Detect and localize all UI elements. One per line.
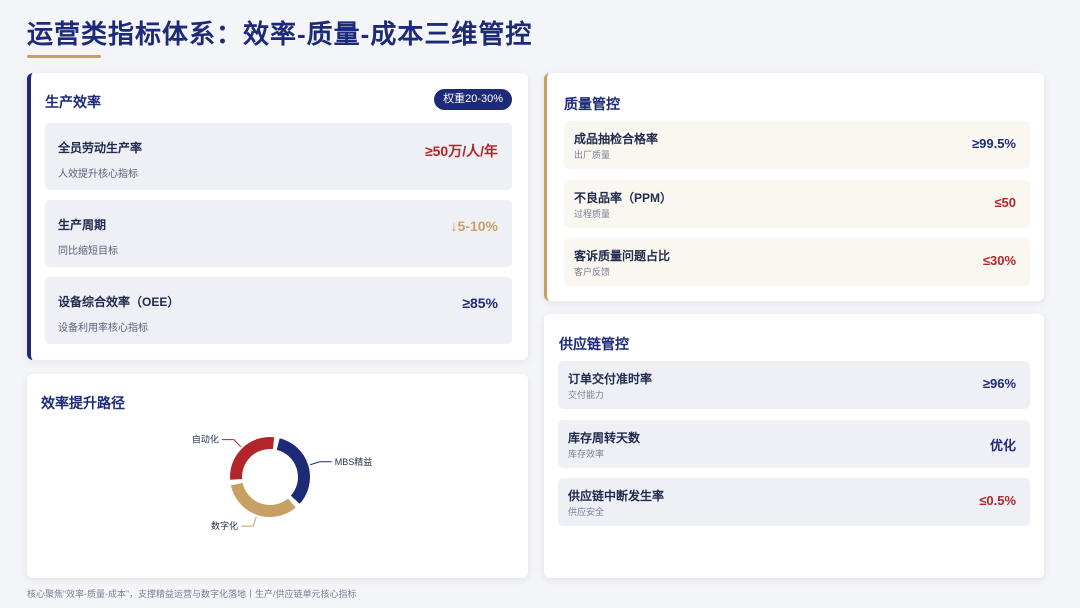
metric-target: ≥96% bbox=[982, 376, 1016, 391]
metric-target: ≤30% bbox=[982, 253, 1016, 268]
metric-desc: 交付能力 bbox=[568, 390, 605, 400]
weight-badge: 权重20-30% bbox=[434, 89, 512, 110]
donut-label-1: 数字化 bbox=[211, 520, 238, 531]
metric-name: 客诉质量问题占比 bbox=[574, 249, 671, 263]
metric-desc: 同比缩短目标 bbox=[58, 246, 118, 257]
metric-name: 订单交付准时率 bbox=[568, 372, 653, 386]
metric-labor-productivity: 全员劳动生产率 人效提升核心指标 ≥50万/人/年 bbox=[45, 123, 512, 190]
donut-label-0: MBS精益 bbox=[335, 456, 373, 467]
efficiency-path-card: 效率提升路径 MBS精益 数字化 自动化 bbox=[27, 374, 528, 578]
metric-name: 全员劳动生产率 bbox=[58, 141, 143, 155]
metric-disruption-rate: 供应链中断发生率 供应安全 ≤0.5% bbox=[558, 478, 1030, 526]
metric-desc: 过程质量 bbox=[574, 209, 611, 219]
metric-defect-rate: 不良品率（PPM） 过程质量 ≤50 bbox=[564, 180, 1030, 228]
metric-target: ≤50 bbox=[994, 195, 1016, 210]
donut-label-2: 自动化 bbox=[192, 434, 219, 445]
path-donut-chart: MBS精益数字化 自动化 bbox=[192, 434, 373, 532]
donut-leader-0 bbox=[310, 461, 332, 466]
metric-desc: 库存效率 bbox=[568, 449, 605, 459]
card-title-efficiency: 生产效率 bbox=[45, 94, 101, 110]
metric-desc: 设备利用率核心指标 bbox=[58, 323, 148, 334]
metric-desc: 出厂质量 bbox=[574, 150, 611, 160]
donut-segment-2 bbox=[230, 437, 275, 480]
metric-oee: 设备综合效率（OEE） 设备利用率核心指标 ≥85% bbox=[45, 277, 512, 344]
metric-target: 优化 bbox=[989, 438, 1016, 453]
page-title: 运营类指标体系：效率-质量-成本三维管控 bbox=[27, 19, 533, 49]
metric-target: ≤0.5% bbox=[979, 493, 1016, 508]
metric-target: ≥85% bbox=[462, 295, 498, 311]
metric-name: 设备综合效率（OEE） bbox=[58, 295, 180, 309]
metric-on-time-delivery: 订单交付准时率 交付能力 ≥96% bbox=[558, 361, 1030, 409]
metric-target: ↓5-10% bbox=[450, 218, 498, 234]
metric-inventory-days: 库存周转天数 库存效率 优化 bbox=[558, 420, 1030, 468]
metric-name: 成品抽检合格率 bbox=[574, 132, 659, 146]
metric-production-cycle: 生产周期 同比缩短目标 ↓5-10% bbox=[45, 200, 512, 267]
metric-desc: 人效提升核心指标 bbox=[58, 169, 138, 180]
metric-desc: 供应安全 bbox=[568, 507, 605, 517]
quality-control-card: 质量管控 成品抽检合格率 出厂质量 ≥99.5% 不良品率（PPM） 过程质量 … bbox=[544, 73, 1044, 301]
metric-name: 库存周转天数 bbox=[568, 431, 641, 445]
production-efficiency-card: 生产效率 权重20-30% 全员劳动生产率 人效提升核心指标 ≥50万/人/年 … bbox=[27, 73, 528, 360]
donut-segment-0 bbox=[276, 438, 310, 504]
donut-leader-1 bbox=[241, 516, 257, 527]
donut-leader-2 bbox=[221, 439, 242, 448]
metric-target: ≥50万/人/年 bbox=[424, 143, 498, 159]
title-underline bbox=[27, 55, 101, 58]
metric-desc: 客户反馈 bbox=[574, 267, 611, 277]
card-title-supply: 供应链管控 bbox=[559, 336, 629, 352]
donut-segment-1 bbox=[230, 482, 296, 517]
card-title-quality: 质量管控 bbox=[564, 96, 620, 112]
metric-name: 不良品率（PPM） bbox=[574, 191, 673, 205]
footer-note: 核心聚焦“效率-质量-成本”，支撑精益运营与数字化落地丨生产/供应链单元核心指标 bbox=[27, 589, 357, 599]
metric-name: 供应链中断发生率 bbox=[568, 489, 665, 503]
metric-name: 生产周期 bbox=[58, 218, 107, 232]
metric-complaint-ratio: 客诉质量问题占比 客户反馈 ≤30% bbox=[564, 238, 1030, 286]
metric-pass-rate: 成品抽检合格率 出厂质量 ≥99.5% bbox=[564, 121, 1030, 169]
metric-target: ≥99.5% bbox=[972, 136, 1016, 151]
supply-chain-card: 供应链管控 订单交付准时率 交付能力 ≥96% 库存周转天数 库存效率 优化 供… bbox=[544, 314, 1044, 578]
